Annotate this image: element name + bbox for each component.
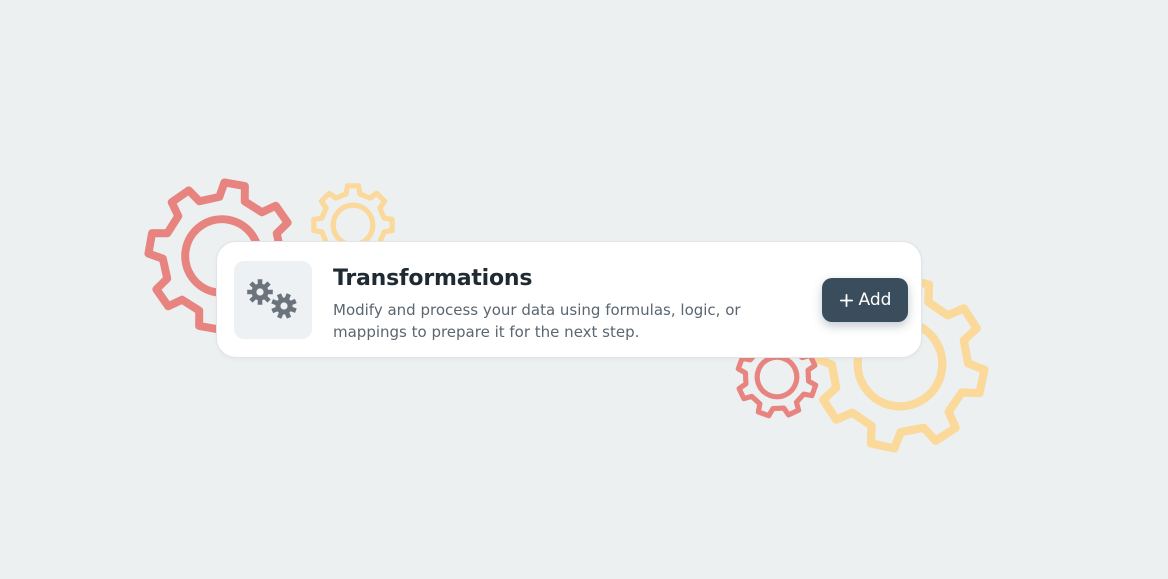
card-description: Modify and process your data using formu… [333,301,741,341]
transformations-card: Transformations Modify and process your … [216,241,922,358]
plus-icon [839,293,853,307]
add-button-label: Add [858,290,892,310]
card-title: Transformations [333,266,533,291]
add-button[interactable]: Add [822,278,908,322]
icon-tile [234,261,312,339]
gears-icon [247,279,297,319]
